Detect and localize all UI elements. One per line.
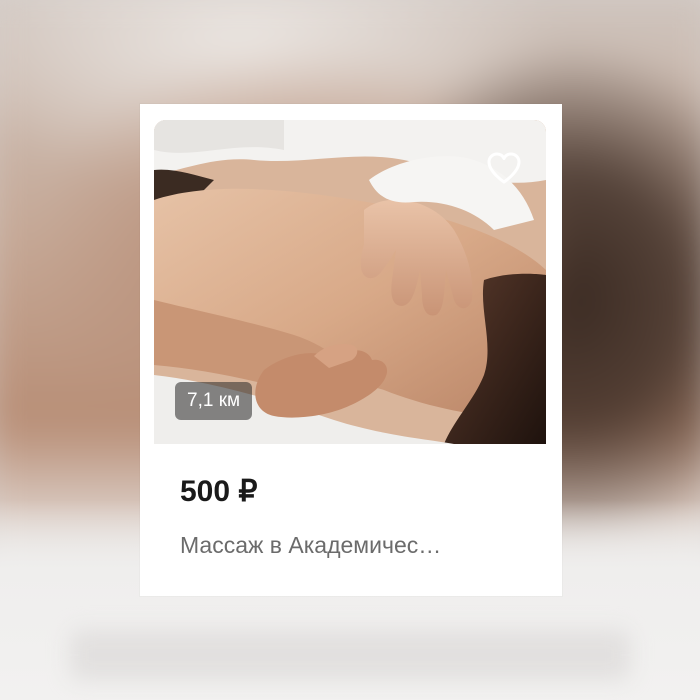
listing-title[interactable]: Массаж в Академичес… bbox=[180, 530, 520, 560]
listing-card-frame: 7,1 км 500 ₽ Массаж в Академичес… bbox=[140, 104, 562, 596]
distance-badge: 7,1 км bbox=[175, 382, 253, 420]
listing-photo[interactable]: 7,1 км bbox=[154, 120, 546, 444]
listing-card[interactable]: 7,1 км 500 ₽ Массаж в Академичес… bbox=[154, 120, 546, 588]
listing-price: 500 ₽ bbox=[180, 475, 258, 508]
heart-outline-icon bbox=[487, 152, 521, 184]
favorite-button[interactable] bbox=[484, 148, 524, 188]
listing-info: 500 ₽ Массаж в Академичес… bbox=[154, 444, 546, 560]
background-ghost-card bbox=[70, 630, 630, 680]
